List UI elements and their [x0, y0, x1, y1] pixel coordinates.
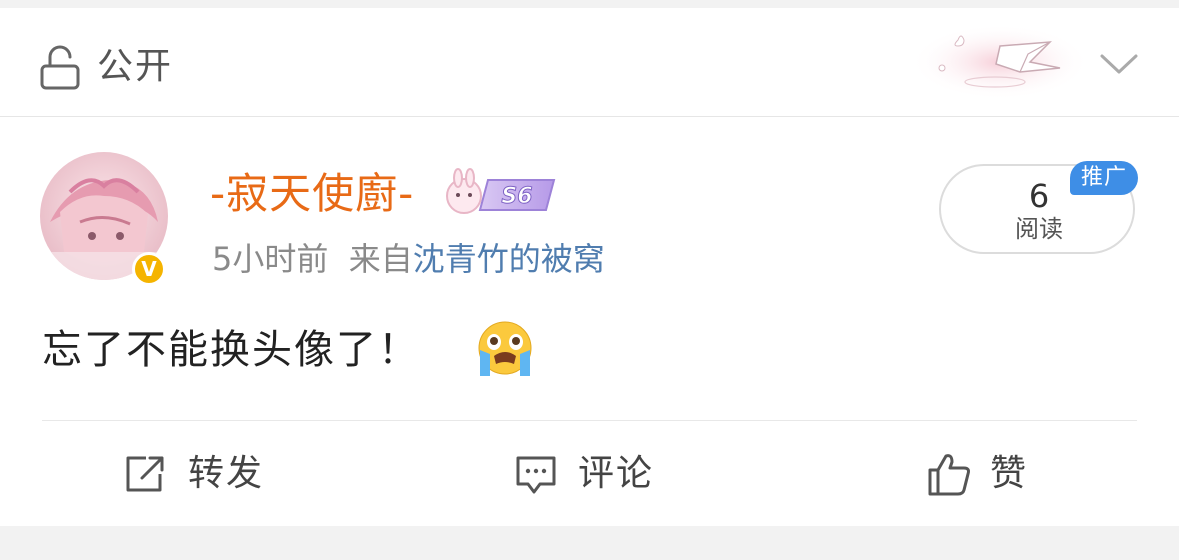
forward-button[interactable]: 转发: [124, 446, 284, 502]
like-label: 赞: [990, 453, 1029, 494]
top-separator: [0, 0, 1179, 8]
thumbs-up-icon: [928, 454, 970, 496]
source-prefix: 来自: [348, 240, 413, 278]
comment-icon: [516, 456, 556, 494]
paper-crane-decoration: [910, 24, 1085, 100]
author-name[interactable]: -寂天使廚-: [210, 164, 414, 224]
level-badge: S6: [446, 168, 556, 214]
bottom-separator: [0, 526, 1179, 560]
post-card: 公开 V -寂天使廚- S6 5小时前 来自沈青竹的被窝 6 阅读 推广 忘了不…: [0, 8, 1179, 526]
like-button[interactable]: 赞: [926, 446, 1086, 502]
level-badge-text: S6: [501, 184, 532, 209]
promo-badge[interactable]: 推广: [1070, 161, 1138, 195]
crying-emoji: [478, 321, 532, 376]
action-divider: [42, 420, 1137, 421]
verified-v-icon: V: [132, 252, 166, 286]
unlock-icon: [40, 45, 80, 90]
read-label: 阅读: [1015, 215, 1063, 243]
comment-button[interactable]: 评论: [514, 446, 674, 502]
share-icon: [126, 456, 164, 492]
post-text: 忘了不能换头像了！: [42, 327, 420, 373]
comment-label: 评论: [578, 453, 655, 494]
visibility-row[interactable]: 公开: [0, 8, 1179, 117]
forward-label: 转发: [188, 453, 265, 494]
post-meta: 5小时前 来自沈青竹的被窝: [212, 236, 605, 282]
chevron-down-icon[interactable]: [1098, 48, 1140, 78]
visibility-label: 公开: [97, 46, 174, 87]
post-time: 5小时前: [212, 240, 329, 278]
source-link[interactable]: 沈青竹的被窝: [413, 240, 605, 278]
